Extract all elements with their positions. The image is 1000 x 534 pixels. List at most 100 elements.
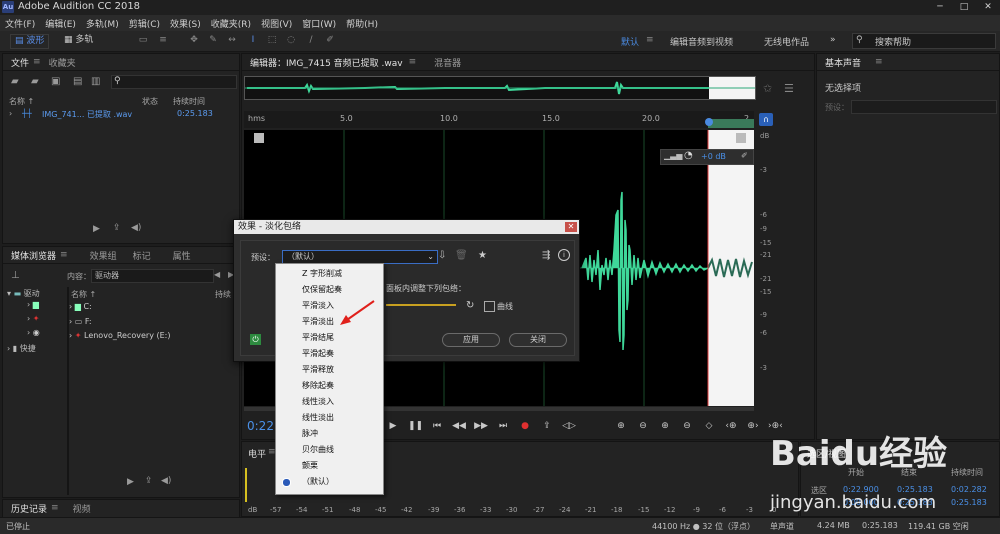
autoplay-volume-icon[interactable]: ◀) <box>161 476 171 486</box>
save-preset-icon[interactable]: ⇩ <box>438 250 446 261</box>
view-duration[interactable]: 0:25.183 <box>951 498 987 507</box>
go-to-start-icon[interactable]: ⏮ <box>430 420 444 432</box>
menu-edit[interactable]: 编辑(E) <box>40 17 81 30</box>
fade-out-handle-icon[interactable] <box>736 133 746 143</box>
menu-multitrack[interactable]: 多轨(M) <box>81 17 124 30</box>
preset-option[interactable]: 贝尔曲线 <box>276 442 383 458</box>
tree-drive-f[interactable]: › ✦ <box>27 314 39 323</box>
reset-icon[interactable]: ↻ <box>466 300 474 311</box>
selection-duration[interactable]: 0:02.282 <box>951 485 987 494</box>
razor-tool-icon[interactable]: ✎ <box>207 35 219 46</box>
preset-option[interactable]: 仅保留起奏 <box>276 282 383 298</box>
tab-editor[interactable]: 编辑器：IMG_7415 音频已提取 .wav <box>242 56 411 69</box>
pause-icon[interactable]: ❚❚ <box>408 420 423 432</box>
gain-knob-icon[interactable]: ◔ <box>684 150 693 161</box>
menu-favorites[interactable]: 收藏夹(R) <box>206 17 256 30</box>
go-to-end-icon[interactable]: ⏭ <box>496 420 510 432</box>
export-icon[interactable]: ⇪ <box>113 223 121 233</box>
menu-help[interactable]: 帮助(H) <box>341 17 383 30</box>
panel-options-icon[interactable]: ☰ <box>784 82 794 95</box>
pitch-display-icon[interactable]: ≡ <box>157 35 169 46</box>
import-file-icon[interactable]: ▰ <box>31 76 39 87</box>
play-icon[interactable]: ▶ <box>386 420 400 432</box>
favorite-star-icon[interactable]: ★ <box>478 250 487 261</box>
column-duration[interactable]: 持续时间 <box>173 96 205 107</box>
preset-option[interactable]: 平滑释放 <box>276 362 383 378</box>
column-duration[interactable]: 持续 <box>215 289 231 300</box>
zoom-out-time-icon[interactable]: ⊖ <box>680 420 694 432</box>
tree-drives[interactable]: ▾ ▬ 驱动 <box>7 288 40 299</box>
pin-icon[interactable]: ✐ <box>741 151 748 160</box>
tree-drive-e[interactable]: › ◉ <box>27 328 40 337</box>
drive-row[interactable]: › ▭ F: <box>69 317 92 326</box>
panel-menu-icon[interactable]: ≡ <box>51 503 59 513</box>
hud-gain-control[interactable]: ▁▃▅ ◔ +0 dB ✐ <box>660 149 754 165</box>
search-help-field[interactable]: ⚲ 搜索帮助 <box>852 33 996 49</box>
preset-option[interactable]: 颤栗 <box>276 458 383 474</box>
tree-drive-c[interactable]: › ▆ <box>27 300 39 309</box>
menu-clip[interactable]: 剪辑(C) <box>124 17 165 30</box>
close-window-button[interactable]: ✕ <box>976 0 1000 15</box>
zoom-in-left-icon[interactable]: ‹⊕ <box>724 420 738 432</box>
menu-view[interactable]: 视图(V) <box>256 17 297 30</box>
play-icon[interactable]: ▶ <box>127 477 134 487</box>
insert-into-multitrack-icon[interactable]: ▥ <box>91 76 100 87</box>
playhead-handle[interactable] <box>705 118 713 126</box>
multitrack-view-button[interactable]: ▦ 多轨 <box>60 34 97 47</box>
tab-media-browser[interactable]: 媒体浏览器 <box>3 249 64 262</box>
tab-markers[interactable]: 标记 <box>125 249 159 262</box>
workspace-default[interactable]: 默认 <box>621 35 639 48</box>
curve-checkbox[interactable] <box>484 301 495 312</box>
tab-properties[interactable]: 属性 <box>165 249 199 262</box>
preset-option[interactable]: 脉冲 <box>276 426 383 442</box>
zoom-in-time-icon[interactable]: ⊕ <box>658 420 672 432</box>
zoom-star-icon[interactable]: ✩ <box>763 82 772 95</box>
preset-option[interactable]: Z 字形削减 <box>276 266 383 282</box>
play-icon[interactable]: ▶ <box>93 224 100 234</box>
panel-menu-icon[interactable]: ≡ <box>33 57 41 67</box>
media-action-icon[interactable]: ⊥ <box>11 270 20 281</box>
content-select[interactable]: 驱动器 <box>91 269 214 283</box>
time-selection-tool-icon[interactable]: I <box>247 35 259 46</box>
dialog-close-icon[interactable]: ✕ <box>565 222 577 232</box>
workspace-edit-audio-to-video[interactable]: 编辑音频到视频 <box>670 35 733 48</box>
menu-window[interactable]: 窗口(W) <box>297 17 341 30</box>
dialog-title-bar[interactable]: 效果 - 淡化包络 ✕ <box>234 220 579 234</box>
workspace-overflow-icon[interactable]: » <box>830 35 836 45</box>
power-toggle-icon[interactable]: ⏻ <box>250 334 261 345</box>
zoom-out-amplitude-icon[interactable]: ⊖ <box>636 420 650 432</box>
tab-history[interactable]: 历史记录 <box>3 502 55 515</box>
panel-menu-icon[interactable]: ≡ <box>60 250 68 260</box>
waveform-overview[interactable] <box>244 76 756 100</box>
dialog-preset-select[interactable]: （默认） ⌄ <box>282 250 438 264</box>
spectral-display-icon[interactable]: ▭ <box>137 35 149 46</box>
spot-healing-tool-icon[interactable]: ✐ <box>324 35 336 46</box>
export-icon[interactable]: ⇪ <box>145 476 153 486</box>
tab-mixer[interactable]: 混音器 <box>426 56 469 69</box>
tab-video[interactable]: 视频 <box>65 502 99 515</box>
tree-shortcuts[interactable]: › ▮ 快捷 <box>7 343 36 354</box>
skip-icon[interactable]: ◁▷ <box>562 420 576 432</box>
new-file-icon[interactable]: ▣ <box>51 76 60 87</box>
slip-tool-icon[interactable]: ↔ <box>226 35 238 46</box>
delete-preset-icon[interactable]: 🗑 <box>455 250 468 261</box>
menu-file[interactable]: 文件(F) <box>0 17 40 30</box>
rewind-icon[interactable]: ◀◀ <box>452 420 466 432</box>
menu-effects[interactable]: 效果(S) <box>165 17 206 30</box>
routing-icon[interactable]: ⇶ <box>542 250 550 261</box>
record-icon[interactable]: ● <box>518 420 532 432</box>
preset-option[interactable]: 线性淡入 <box>276 394 383 410</box>
tab-favorites[interactable]: 收藏夹 <box>41 56 84 69</box>
loop-export-icon[interactable]: ⇪ <box>540 420 554 432</box>
tab-files[interactable]: 文件 <box>3 56 37 69</box>
preset-select[interactable] <box>851 100 997 114</box>
move-tool-icon[interactable]: ✥ <box>188 35 200 46</box>
preset-option[interactable]: 平滑起奏 <box>276 346 383 362</box>
expand-chevron-icon[interactable]: › <box>9 109 12 118</box>
open-file-icon[interactable]: ▰ <box>11 76 19 87</box>
tab-effects-rack[interactable]: 效果组 <box>82 249 125 262</box>
apply-button[interactable]: 应用 <box>442 333 500 347</box>
panel-menu-icon[interactable]: ≡ <box>875 57 883 67</box>
workspace-menu-icon[interactable]: ≡ <box>646 35 654 45</box>
brush-tool-icon[interactable]: / <box>305 35 317 46</box>
